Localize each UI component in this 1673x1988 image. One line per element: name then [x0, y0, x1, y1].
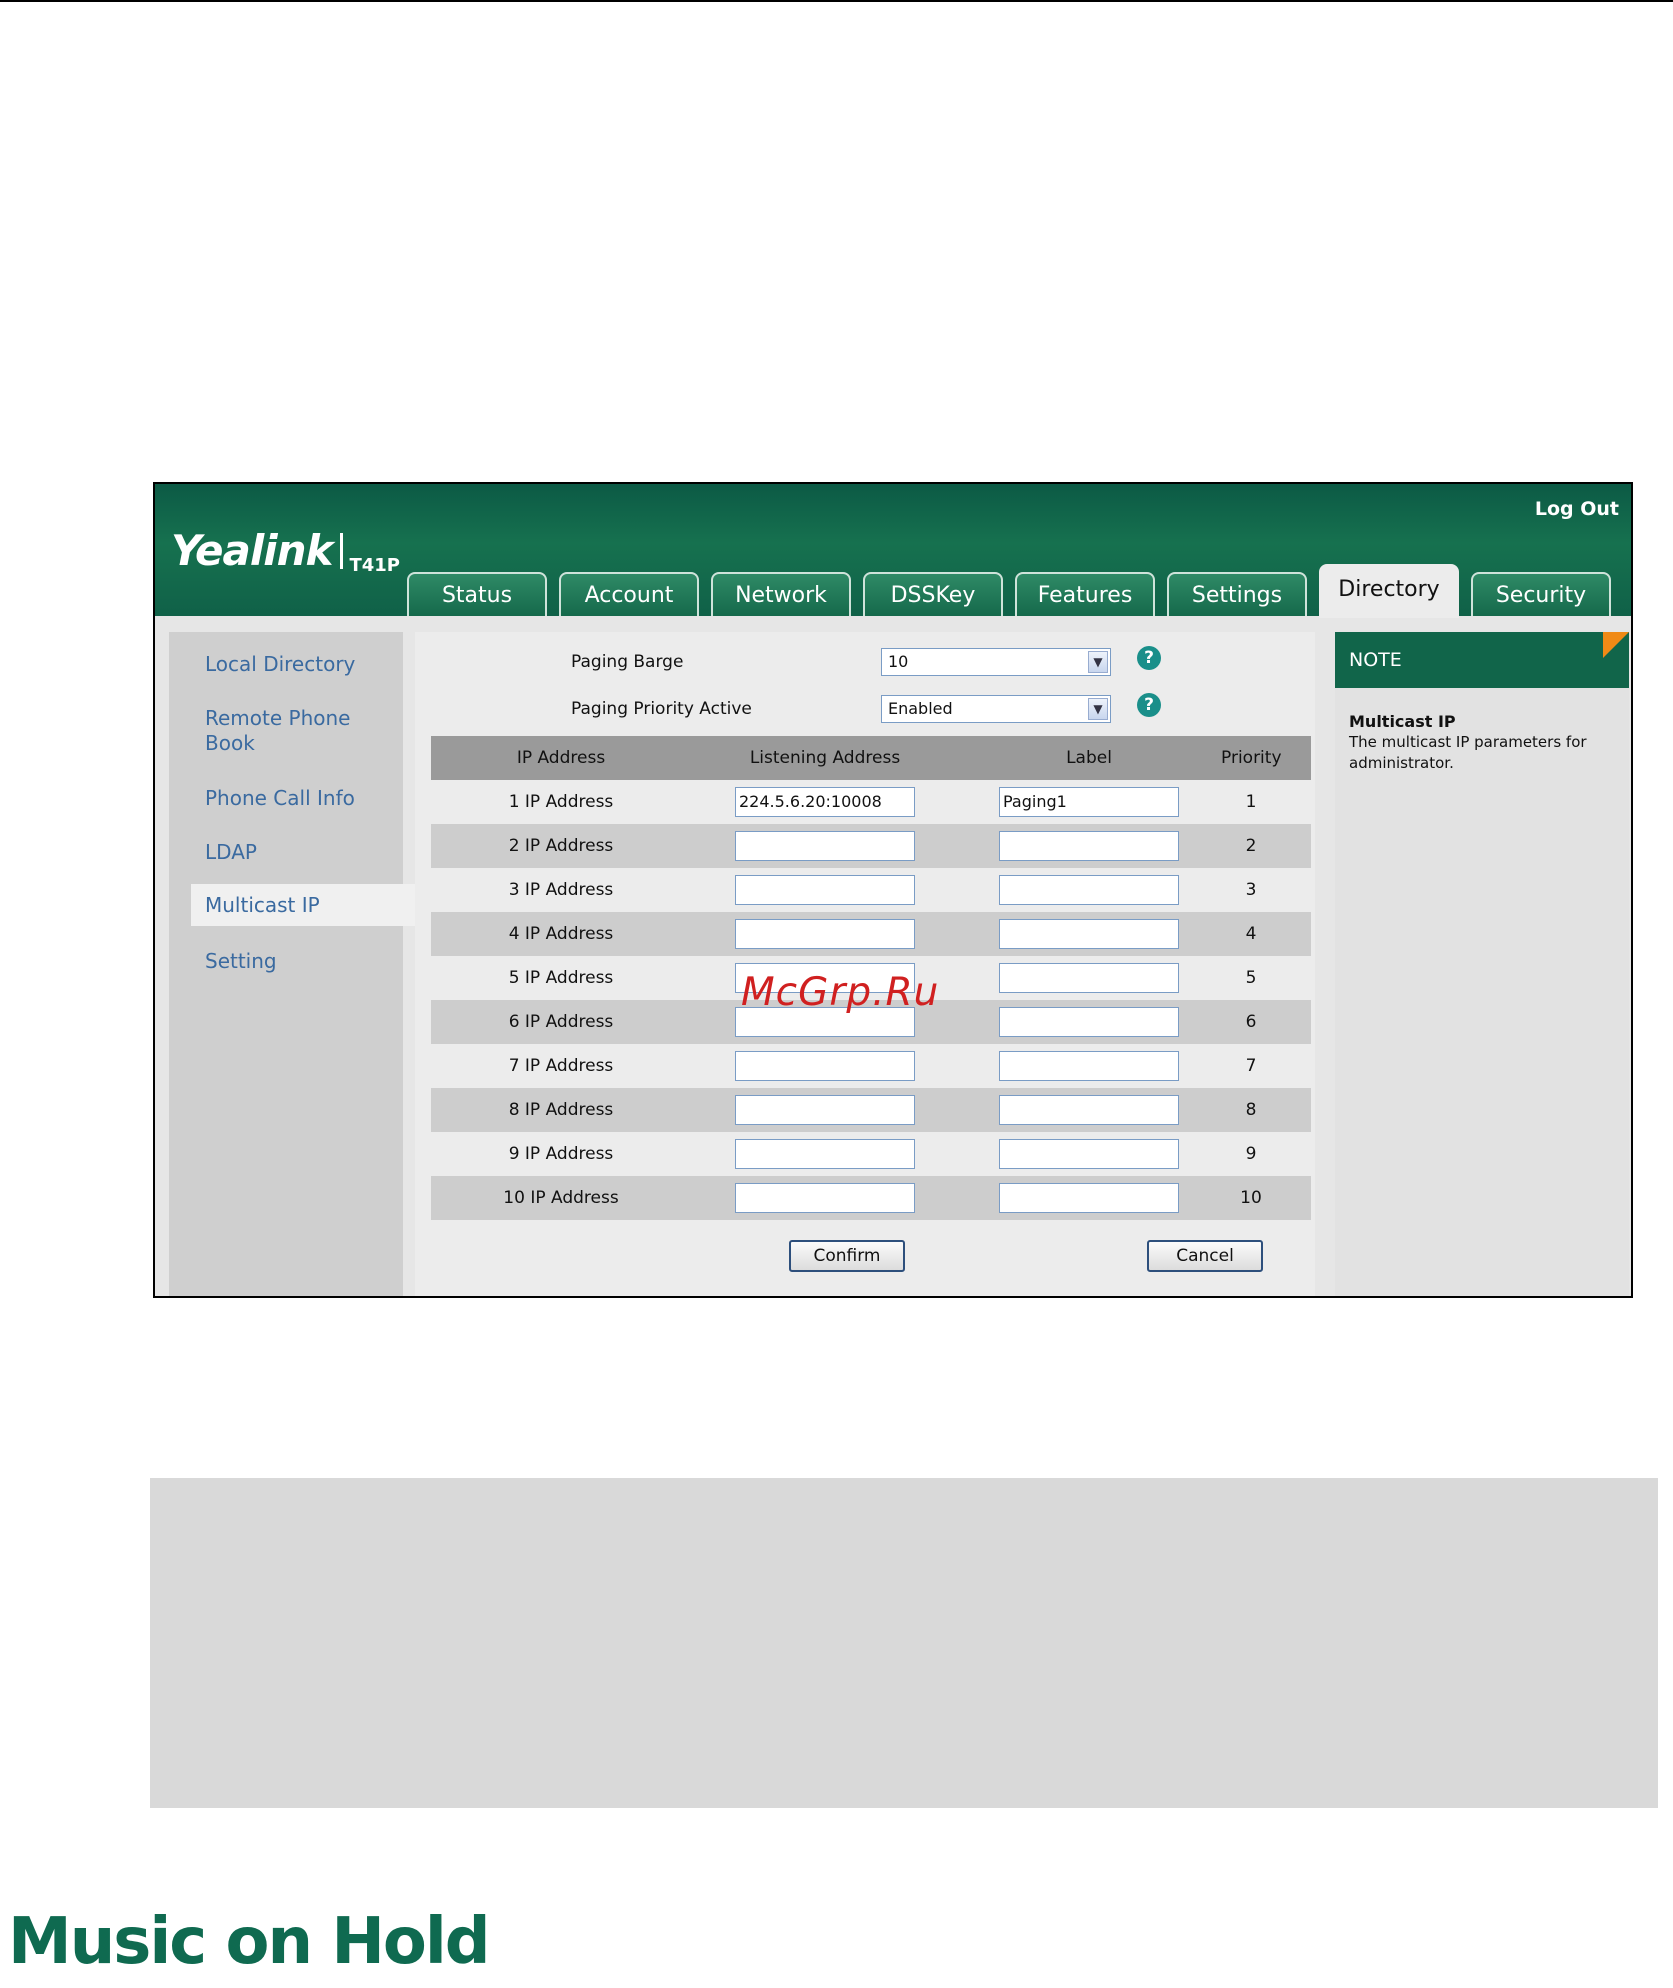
- row-name: 7 IP Address: [508, 1056, 614, 1076]
- header-priority: Priority: [1221, 748, 1282, 768]
- priority-value: 2: [1245, 836, 1257, 856]
- chevron-down-icon[interactable]: ▼: [1088, 651, 1108, 673]
- section-title: Music on Hold: [8, 1905, 491, 1979]
- sidebar-item-remote-phone-book[interactable]: Remote Phone Book: [205, 706, 375, 756]
- listening-address-input[interactable]: [735, 1051, 915, 1081]
- logout-link[interactable]: Log Out: [1535, 498, 1619, 520]
- label-input[interactable]: [999, 1007, 1179, 1037]
- listening-address-input[interactable]: [735, 1139, 915, 1169]
- row-name: 4 IP Address: [508, 924, 614, 944]
- sidebar-item-multicast-ip[interactable]: Multicast IP: [191, 884, 415, 926]
- priority-value: 4: [1245, 924, 1257, 944]
- row-name: 6 IP Address: [508, 1012, 614, 1032]
- table-row: 4 IP Address 4: [431, 912, 1311, 956]
- label-input[interactable]: [999, 875, 1179, 905]
- sidebar-item-setting[interactable]: Setting: [205, 949, 395, 974]
- gray-box: [150, 1478, 1658, 1808]
- priority-value: 5: [1245, 968, 1257, 988]
- row-name: 2 IP Address: [508, 836, 614, 856]
- row-name: 1 IP Address: [508, 792, 614, 812]
- note-text: The multicast IP parameters for administ…: [1349, 733, 1587, 772]
- listening-address-input[interactable]: [735, 1183, 915, 1213]
- sidebar: Local Directory Remote Phone Book Phone …: [169, 632, 415, 1296]
- label-input[interactable]: [999, 1051, 1179, 1081]
- listening-address-input[interactable]: [735, 919, 915, 949]
- listening-address-input[interactable]: [735, 875, 915, 905]
- sidebar-item-ldap[interactable]: LDAP: [205, 840, 395, 865]
- table-header: IP Address Listening Address Label Prior…: [431, 736, 1311, 780]
- table-row: 1 IP Address 224.5.6.20:10008 Paging1 1: [431, 780, 1311, 824]
- paging-priority-value: Enabled: [888, 699, 953, 718]
- table-row: 2 IP Address 2: [431, 824, 1311, 868]
- chevron-down-icon[interactable]: ▼: [1088, 698, 1108, 720]
- watermark: McGrp.Ru: [741, 970, 940, 1015]
- note-title: Multicast IP: [1349, 712, 1456, 731]
- paging-barge-label: Paging Barge: [571, 652, 684, 672]
- tab-account[interactable]: Account: [559, 572, 699, 616]
- note-header: NOTE: [1335, 632, 1629, 688]
- paging-priority-label: Paging Priority Active: [571, 699, 752, 719]
- header-label: Label: [1066, 748, 1112, 768]
- table-row: 9 IP Address 9: [431, 1132, 1311, 1176]
- paging-barge-select[interactable]: 10 ▼: [881, 648, 1111, 676]
- model-name: T41P: [349, 555, 400, 576]
- table-row: 7 IP Address 7: [431, 1044, 1311, 1088]
- label-input[interactable]: [999, 1183, 1179, 1213]
- row-name: 9 IP Address: [508, 1144, 614, 1164]
- listening-address-input[interactable]: 224.5.6.20:10008: [735, 787, 915, 817]
- paging-priority-select[interactable]: Enabled ▼: [881, 695, 1111, 723]
- paging-barge-value: 10: [888, 652, 909, 671]
- tab-security[interactable]: Security: [1471, 572, 1611, 616]
- row-name: 3 IP Address: [508, 880, 614, 900]
- table-row: 10 IP Address 10: [431, 1176, 1311, 1220]
- listening-address-input[interactable]: [735, 1095, 915, 1125]
- top-rule: [0, 0, 1673, 2]
- tab-status[interactable]: Status: [407, 572, 547, 616]
- priority-value: 1: [1245, 792, 1257, 812]
- label-input[interactable]: [999, 963, 1179, 993]
- cancel-button[interactable]: Cancel: [1147, 1240, 1263, 1272]
- web-ui-screenshot: Log Out Yealink T41P Status Account Netwo…: [153, 482, 1633, 1298]
- label-input[interactable]: [999, 1095, 1179, 1125]
- yealink-logo: Yealink T41P: [171, 526, 400, 576]
- tab-settings[interactable]: Settings: [1167, 572, 1307, 616]
- header-ip-address: IP Address: [516, 748, 606, 768]
- row-name: 10 IP Address: [503, 1188, 619, 1208]
- main-content: Paging Barge 10 ▼ ? Paging Priority Acti…: [415, 632, 1315, 1296]
- confirm-button[interactable]: Confirm: [789, 1240, 905, 1272]
- help-icon[interactable]: ?: [1137, 693, 1161, 717]
- tab-dsskey[interactable]: DSSKey: [863, 572, 1003, 616]
- table-row: 8 IP Address 8: [431, 1088, 1311, 1132]
- brand-name: Yealink: [171, 526, 333, 575]
- table-row: 3 IP Address 3: [431, 868, 1311, 912]
- priority-value: 10: [1240, 1188, 1262, 1208]
- header-listening-address: Listening Address: [749, 748, 901, 768]
- label-input[interactable]: Paging1: [999, 787, 1179, 817]
- sidebar-item-phone-call-info[interactable]: Phone Call Info: [205, 786, 395, 811]
- label-input[interactable]: [999, 831, 1179, 861]
- label-input[interactable]: [999, 1139, 1179, 1169]
- help-icon[interactable]: ?: [1137, 646, 1161, 670]
- logo-separator: [340, 533, 344, 569]
- priority-value: 7: [1245, 1056, 1257, 1076]
- row-name: 8 IP Address: [508, 1100, 614, 1120]
- tab-directory[interactable]: Directory: [1319, 564, 1459, 618]
- priority-value: 6: [1245, 1012, 1257, 1032]
- sidebar-item-local-directory[interactable]: Local Directory: [205, 652, 395, 677]
- corner-fold-icon: [1603, 632, 1629, 658]
- row-name: 5 IP Address: [508, 968, 614, 988]
- tab-network[interactable]: Network: [711, 572, 851, 616]
- priority-value: 9: [1245, 1144, 1257, 1164]
- priority-value: 8: [1245, 1100, 1257, 1120]
- tab-features[interactable]: Features: [1015, 572, 1155, 616]
- priority-value: 3: [1245, 880, 1257, 900]
- label-input[interactable]: [999, 919, 1179, 949]
- listening-address-input[interactable]: [735, 831, 915, 861]
- header-bar: Log Out Yealink T41P Status Account Netwo…: [155, 484, 1631, 618]
- note-panel: NOTE Multicast IP The multicast IP param…: [1335, 632, 1629, 1296]
